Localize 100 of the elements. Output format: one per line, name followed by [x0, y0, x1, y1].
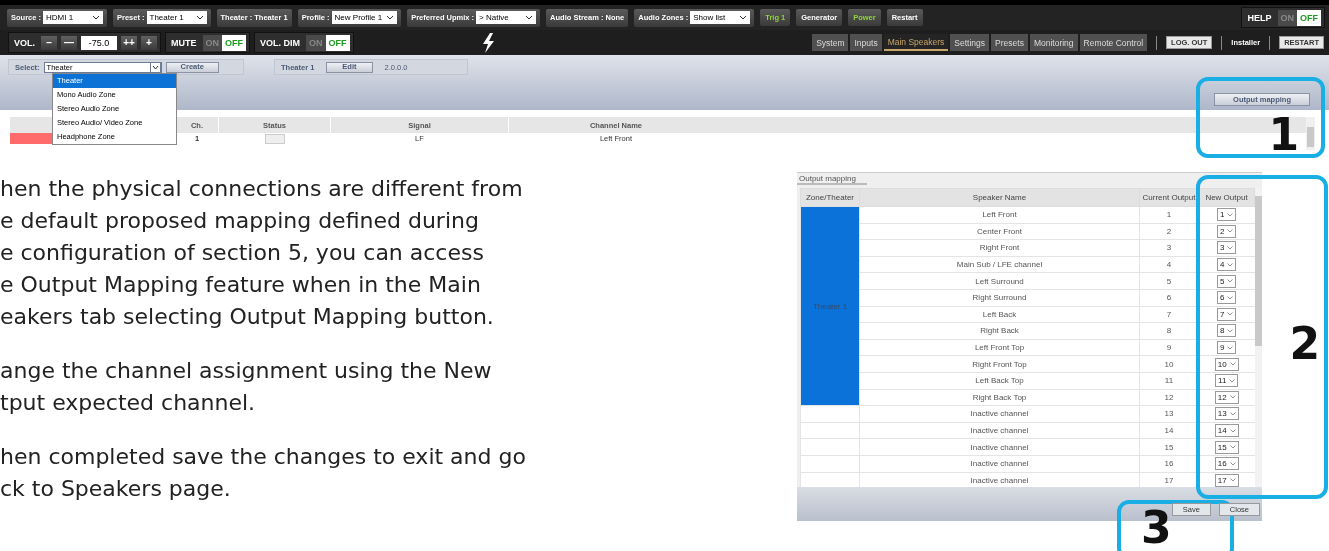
volume-field[interactable]: -75.0 — [81, 35, 117, 50]
table-cell: 13 — [1139, 405, 1199, 423]
caret-icon — [1227, 312, 1234, 317]
new-output-select[interactable]: 10 — [1214, 357, 1239, 371]
lightning-icon — [480, 32, 495, 53]
nav-tab[interactable]: Presets — [991, 34, 1028, 51]
table-cell: 15 — [1139, 438, 1199, 456]
table-cell: 16 — [1139, 455, 1199, 472]
instruction-paragraph: ange the channel assignment using the New tput expected channel. — [0, 357, 493, 417]
new-output-select[interactable]: 7 — [1217, 307, 1237, 321]
dropdown-select[interactable]: Show list — [690, 11, 751, 24]
caret-icon — [1229, 362, 1236, 367]
new-output-select[interactable]: 2 — [1217, 224, 1237, 238]
caret-icon — [1227, 262, 1234, 267]
dropdown-select[interactable]: HDMI 1 — [43, 11, 103, 24]
callout-number: 2 — [1289, 322, 1320, 366]
table-cell: 1 — [1139, 206, 1199, 224]
nav-tab[interactable]: Monitoring — [1029, 34, 1078, 51]
table-cell: 12 — [1139, 389, 1199, 406]
caret-icon — [1229, 461, 1236, 466]
table-cell: Main Sub / LFE channel — [859, 256, 1140, 273]
table-cell: Inactive channel — [859, 405, 1140, 423]
new-output-select[interactable]: 9 — [1217, 341, 1237, 355]
new-output-select[interactable]: 14 — [1214, 424, 1239, 437]
toggle-label: MUTE — [170, 37, 198, 48]
table-cell: 11 — [1139, 372, 1199, 390]
new-output-select[interactable]: 5 — [1217, 274, 1237, 288]
nav-tab[interactable]: System — [812, 34, 849, 51]
toggle-label: VOL. DIM — [259, 37, 301, 48]
nav-tab[interactable]: Main Speakers — [883, 34, 949, 51]
dropdown-select[interactable]: New Profile 1 — [331, 11, 398, 24]
table-cell: Center Front — [859, 223, 1140, 240]
volume-step-button[interactable]: — — [61, 35, 77, 50]
table-cell: Right Front Top — [859, 355, 1140, 373]
caret-icon — [386, 15, 395, 20]
volume-step-button[interactable]: ++ — [121, 35, 137, 50]
callout-number: 3 — [1141, 506, 1172, 550]
new-output-select[interactable]: 13 — [1214, 407, 1239, 421]
table-cell: Inactive channel — [859, 422, 1140, 439]
table-cell: Right Back Top — [859, 389, 1140, 406]
new-output-select[interactable]: 8 — [1217, 324, 1237, 338]
table-cell: Left Front — [859, 206, 1140, 224]
table-cell: Left Back Top — [859, 372, 1140, 390]
caret-icon — [1229, 378, 1236, 383]
new-output-select[interactable]: 11 — [1215, 374, 1239, 388]
volume-step-button[interactable]: – — [41, 35, 57, 50]
caret-icon — [739, 15, 748, 20]
caret-icon — [1227, 212, 1234, 217]
instruction-paragraph: hen completed save the changes to exit and go ck to Speakers page. — [0, 443, 527, 503]
table-cell: 6 — [1139, 289, 1199, 307]
volume-label: VOL. — [13, 37, 36, 48]
new-output-select[interactable]: 6 — [1217, 291, 1237, 305]
table-cell: 2 — [1139, 223, 1199, 240]
zone-cell: Theater 1 — [800, 206, 860, 406]
toggle-label: HELP — [1246, 12, 1273, 23]
new-output-select[interactable]: 17 — [1214, 473, 1239, 487]
caret-icon — [1229, 395, 1236, 400]
scrollbar[interactable] — [1306, 117, 1315, 150]
new-output-select[interactable]: 4 — [1217, 258, 1237, 272]
column-header: Zone/Theater — [800, 188, 860, 207]
new-output-select[interactable]: 12 — [1214, 390, 1239, 404]
table-cell: 5 — [1139, 272, 1199, 290]
caret-icon — [1227, 295, 1234, 300]
table-cell: 8 — [1139, 322, 1199, 340]
dropdown-select[interactable]: > Native — [476, 11, 537, 24]
new-output-select[interactable]: 16 — [1214, 457, 1239, 471]
volume-step-button[interactable]: + — [141, 35, 157, 50]
column-header: New Output — [1198, 188, 1255, 207]
status-button[interactable] — [264, 133, 285, 144]
table-cell: Left Back — [859, 306, 1140, 323]
caret-icon — [1227, 328, 1234, 333]
new-output-select[interactable]: 3 — [1217, 241, 1237, 255]
callout-number: 1 — [1268, 113, 1299, 157]
caret-icon — [92, 15, 100, 20]
table-cell: Right Back — [859, 322, 1140, 340]
new-output-select[interactable]: 15 — [1214, 440, 1239, 454]
new-output-select[interactable]: 1 — [1217, 208, 1237, 222]
table-cell: Right Front — [859, 239, 1140, 257]
table-cell: Inactive channel — [859, 455, 1140, 472]
nav-tab[interactable]: Inputs — [850, 34, 882, 51]
dropdown-select[interactable]: Theater 1 — [146, 11, 207, 24]
table-cell: 7 — [1139, 306, 1199, 323]
caret-icon — [1229, 411, 1236, 416]
nav-tab[interactable]: Settings — [950, 34, 990, 51]
caret-icon — [1227, 279, 1234, 284]
table-cell: 9 — [1139, 339, 1199, 356]
table-cell: 10 — [1139, 355, 1199, 373]
table-cell: Inactive channel — [859, 438, 1140, 456]
table-cell: Right Surround — [859, 289, 1140, 307]
nav-tab[interactable]: Remote Control — [1079, 34, 1148, 51]
caret-icon — [525, 15, 534, 20]
dialog-title: Output mapping — [797, 173, 867, 185]
column-header: Speaker Name — [859, 188, 1140, 207]
table-cell: 3 — [1139, 239, 1199, 257]
caret-icon — [1227, 229, 1234, 234]
table-cell: Left Front Top — [859, 339, 1140, 356]
table-cell: 4 — [1139, 256, 1199, 273]
table-cell: 14 — [1139, 422, 1199, 439]
caret-icon — [1227, 246, 1234, 250]
instruction-paragraph: hen the physical connections are different from e default proposed mapping defined during e configuration of section 5, you can access e Output Mapping feature when in the Main eakers tab selecting Output Mapping button. — [0, 175, 524, 331]
